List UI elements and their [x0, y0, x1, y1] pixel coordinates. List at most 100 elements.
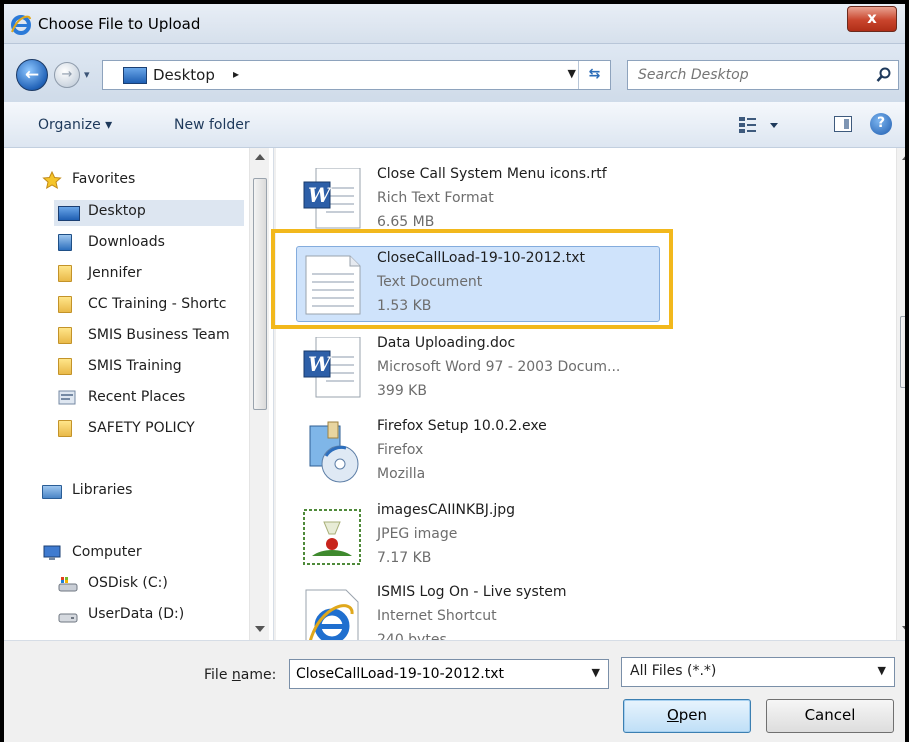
scroll-down-icon[interactable]	[902, 626, 905, 632]
file-name-label-accesskey: n	[231, 667, 241, 683]
ie-shortcut-icon	[305, 589, 359, 640]
dialog-footer: File name: ▼ All Files (*.*) ▼ Open Canc…	[4, 640, 905, 742]
nav-computer[interactable]: Computer	[42, 541, 242, 567]
cancel-button[interactable]: Cancel	[766, 699, 894, 733]
sidebar-item-label: OSDisk (C:)	[88, 575, 168, 591]
title-bar: Choose File to Upload x	[4, 4, 905, 44]
scrollbar-thumb[interactable]	[900, 316, 905, 388]
file-size: 6.65 MB	[377, 214, 435, 230]
file-name-combobox[interactable]: ▼	[289, 659, 609, 689]
word-document-icon: W	[303, 337, 361, 398]
folder-icon	[58, 327, 72, 344]
file-list-scrollbar[interactable]	[896, 148, 905, 640]
sidebar-item-cc-training[interactable]: CC Training - Shortc	[58, 293, 248, 319]
close-button[interactable]: x	[847, 6, 897, 32]
nav-libraries-label: Libraries	[72, 482, 133, 498]
file-size: 240 bytes	[377, 632, 447, 640]
organize-menu[interactable]: Organize ▾	[38, 117, 112, 133]
breadcrumb-arrow-icon[interactable]: ▸	[233, 67, 239, 81]
sidebar-item-smis-training[interactable]: SMIS Training	[58, 355, 248, 381]
open-button[interactable]: Open	[623, 699, 751, 733]
sidebar-item-userdata[interactable]: UserData (D:)	[58, 603, 248, 629]
file-type: Microsoft Word 97 - 2003 Docum...	[377, 359, 621, 375]
file-type: JPEG image	[377, 526, 458, 542]
preview-pane-icon[interactable]	[834, 116, 852, 132]
search-icon[interactable]	[876, 67, 892, 83]
file-item[interactable]: ISMIS Log On - Live system Internet Shor…	[296, 580, 856, 640]
recent-locations-arrow-icon[interactable]: ▾	[84, 68, 98, 82]
sidebar-item-desktop[interactable]: Desktop	[54, 200, 244, 226]
navigation-pane: Favorites Desktop Downloads Jennifer CC …	[4, 148, 274, 640]
window-title: Choose File to Upload	[38, 15, 201, 33]
file-type-filter-value: All Files (*.*)	[630, 663, 717, 679]
search-input[interactable]	[628, 61, 868, 89]
search-box[interactable]	[627, 60, 899, 90]
annotation-highlight-box	[271, 229, 673, 329]
address-dropdown-icon[interactable]: ▼	[568, 67, 576, 80]
scrollbar-thumb[interactable]	[253, 178, 267, 410]
file-name-label: File name:	[204, 667, 276, 683]
nav-favorites-label: Favorites	[72, 171, 136, 187]
sidebar-item-label: Jennifer	[88, 265, 142, 281]
sidebar-item-label: SMIS Training	[88, 358, 182, 374]
scroll-down-icon[interactable]	[255, 626, 265, 632]
file-name-field[interactable]	[290, 660, 576, 688]
scroll-up-icon[interactable]	[255, 154, 265, 160]
sidebar-item-downloads[interactable]: Downloads	[58, 231, 248, 257]
sidebar-item-label: UserData (D:)	[88, 606, 185, 622]
file-type-dropdown-icon[interactable]: ▼	[878, 664, 886, 677]
address-bar[interactable]: Desktop ▸ ▼ ⇆	[102, 60, 611, 90]
image-thumbnail-icon	[303, 509, 361, 565]
back-button[interactable]: ←	[16, 59, 48, 91]
folder-icon	[58, 296, 72, 313]
file-name-label-end: ame:	[240, 667, 277, 683]
libraries-icon	[42, 485, 62, 499]
command-bar: Organize ▾ New folder ?	[4, 102, 905, 148]
new-folder-button[interactable]: New folder	[174, 117, 250, 133]
file-size: 7.17 KB	[377, 550, 432, 566]
star-icon	[42, 171, 62, 189]
navigation-scrollbar[interactable]	[249, 148, 269, 640]
nav-libraries[interactable]: Libraries	[42, 479, 242, 505]
sidebar-item-label: CC Training - Shortc	[88, 296, 227, 312]
forward-button[interactable]: →	[54, 62, 80, 88]
word-document-icon: W	[303, 168, 361, 229]
sidebar-item-label: Desktop	[88, 203, 146, 219]
dialog-window: Choose File to Upload x ← → ▾ Desktop ▸ …	[0, 0, 909, 742]
sidebar-item-osdisk[interactable]: OSDisk (C:)	[58, 572, 248, 598]
folder-icon	[58, 420, 72, 437]
sidebar-item-label: SMIS Business Team	[88, 327, 230, 343]
breadcrumb-desktop[interactable]: Desktop	[153, 66, 215, 84]
desktop-icon	[58, 206, 80, 221]
file-size: 399 KB	[377, 383, 427, 399]
open-button-accesskey: O	[666, 706, 679, 724]
sidebar-item-smis-business-team[interactable]: SMIS Business Team	[58, 324, 248, 350]
sidebar-item-safety-policy[interactable]: SAFETY POLICY	[58, 417, 248, 443]
file-name: ISMIS Log On - Live system	[377, 584, 567, 600]
downloads-folder-icon	[58, 234, 72, 251]
file-type: Rich Text Format	[377, 190, 494, 206]
file-item[interactable]: imagesCAIINKBJ.jpg JPEG image 7.17 KB	[296, 498, 856, 582]
folder-icon	[58, 358, 72, 375]
folder-icon	[58, 265, 72, 282]
file-item[interactable]: W Data Uploading.doc Microsoft Word 97 -…	[296, 331, 856, 415]
refresh-button[interactable]: ⇆	[578, 61, 610, 89]
sidebar-item-jennifer[interactable]: Jennifer	[58, 262, 248, 288]
installer-icon	[309, 421, 359, 483]
sidebar-item-recent-places[interactable]: Recent Places	[58, 386, 248, 412]
change-view-icon[interactable]	[737, 114, 785, 136]
nav-computer-label: Computer	[72, 544, 142, 560]
drive-icon	[58, 613, 78, 623]
desktop-icon	[123, 67, 147, 84]
sidebar-item-label: Downloads	[88, 234, 165, 250]
help-icon[interactable]: ?	[870, 113, 892, 135]
file-name-dropdown-icon[interactable]: ▼	[592, 666, 600, 679]
file-name: Firefox Setup 10.0.2.exe	[377, 418, 547, 434]
scroll-up-icon[interactable]	[902, 154, 905, 160]
nav-favorites[interactable]: Favorites	[42, 168, 242, 194]
file-item[interactable]: Firefox Setup 10.0.2.exe Firefox Mozilla	[296, 414, 856, 498]
address-row: ← → ▾ Desktop ▸ ▼ ⇆	[4, 44, 905, 102]
file-name: imagesCAIINKBJ.jpg	[377, 502, 516, 518]
file-type-filter[interactable]: All Files (*.*) ▼	[621, 657, 895, 687]
sidebar-item-label: SAFETY POLICY	[88, 420, 195, 436]
